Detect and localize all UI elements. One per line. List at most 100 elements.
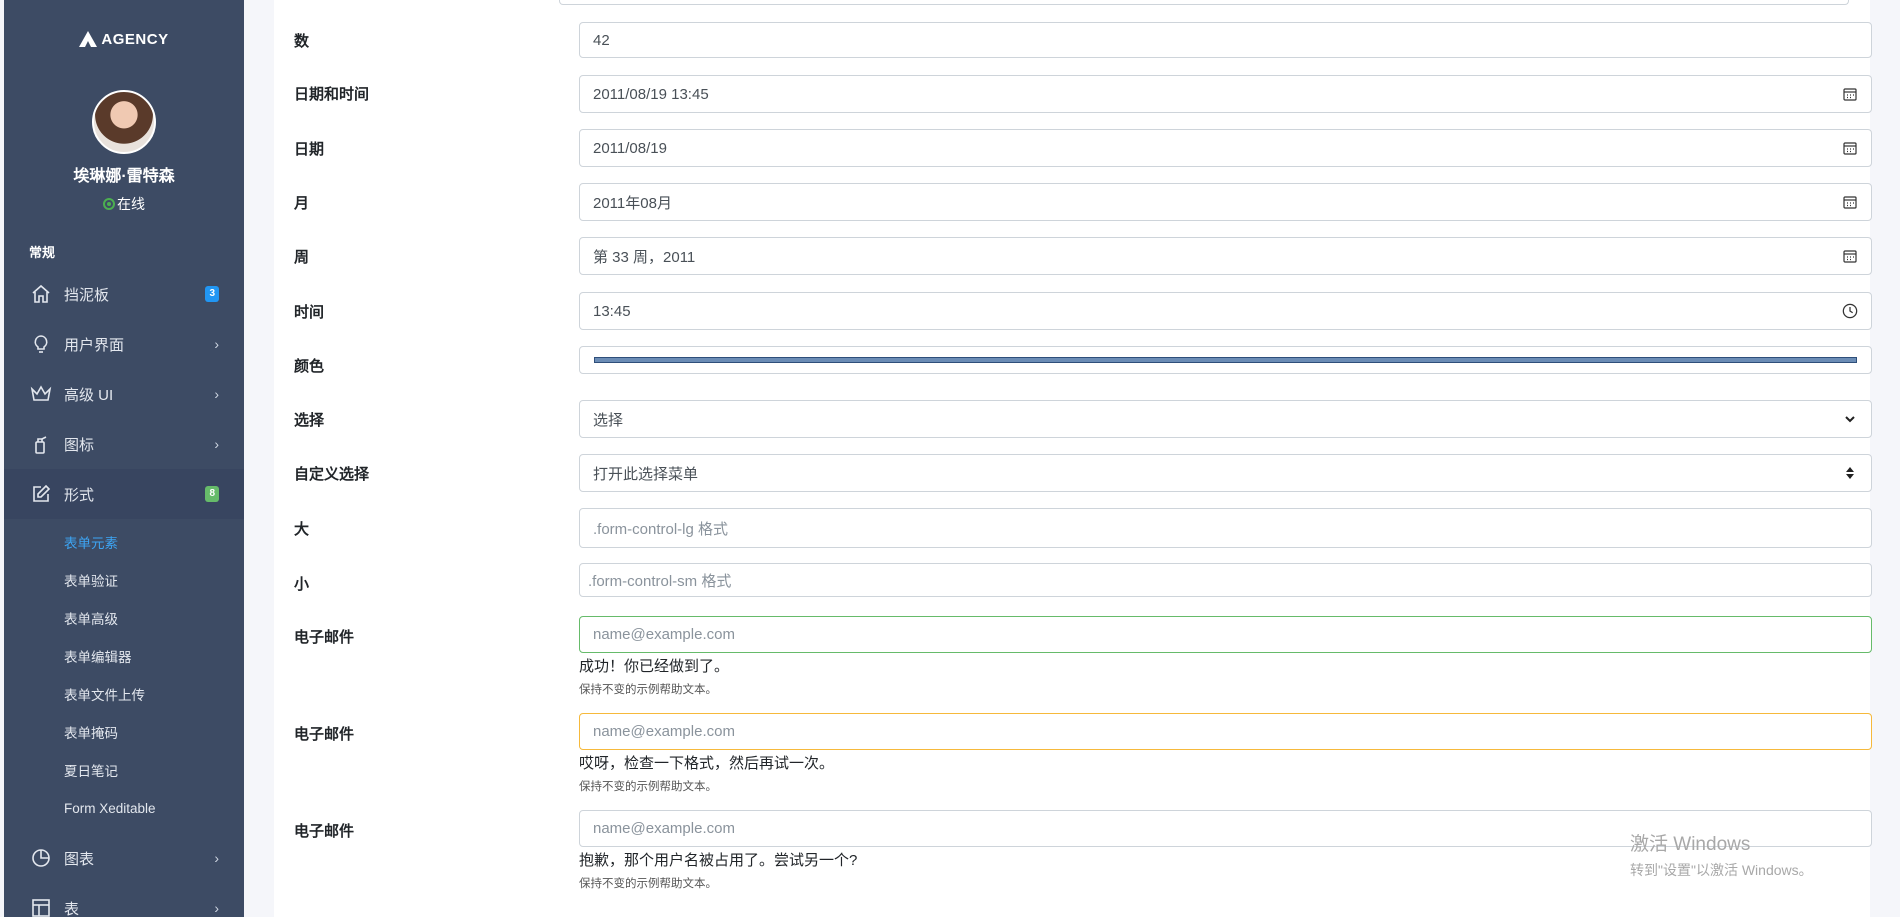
email-success-feedback: 成功！你已经做到了。 [579, 658, 730, 675]
date-value: 2011/08/19 [593, 139, 667, 157]
sort-caret-icon [1842, 465, 1858, 481]
email-warning-feedback: 哎呀，检查一下格式，然后再试一次。 [579, 755, 835, 772]
forms-submenu: 表单元素 表单验证 表单高级 表单编辑器 表单文件上传 表单掩码 夏日笔记 Fo… [4, 519, 244, 833]
large-label: 大 [294, 521, 310, 538]
sidebar-item-advanced-ui[interactable]: 高级 UI › [4, 369, 244, 419]
small-input[interactable]: .form-control-sm 格式 [579, 563, 1872, 597]
sidebar-item-label: 图表 [64, 850, 95, 868]
custom-select-value: 打开此选择菜单 [593, 465, 699, 483]
sub-item-form-xeditable[interactable]: Form Xeditable [4, 789, 244, 827]
color-swatch [594, 357, 1857, 363]
sub-item-form-editor[interactable]: 表单编辑器 [4, 637, 244, 675]
sub-item-form-mask[interactable]: 表单掩码 [4, 713, 244, 751]
agency-logo-icon [79, 31, 98, 47]
chevron-right-icon: › [214, 900, 219, 916]
color-label: 颜色 [294, 358, 325, 375]
email-success-help: 保持不变的示例帮助文本。 [579, 684, 717, 696]
sidebar-item-label: 挡泥板 [64, 286, 110, 304]
chevron-right-icon: › [214, 386, 219, 402]
avatar[interactable] [92, 90, 156, 154]
chevron-right-icon: › [214, 336, 219, 352]
datetime-value: 2011/08/19 13:45 [593, 85, 709, 103]
sub-item-form-validation[interactable]: 表单验证 [4, 561, 244, 599]
email-warning-label: 电子邮件 [294, 726, 355, 743]
time-label: 时间 [294, 304, 325, 321]
custom-select-dropdown[interactable]: 打开此选择菜单 [579, 454, 1872, 492]
status-text: 在线 [117, 196, 145, 212]
time-value: 13:45 [593, 302, 631, 320]
email-warning-placeholder: name@example.com [593, 723, 735, 740]
large-input[interactable]: .form-control-lg 格式 [579, 508, 1872, 548]
calendar-icon[interactable] [1842, 248, 1858, 264]
select-label: 选择 [294, 412, 325, 429]
number-value: 42 [593, 31, 610, 49]
watermark-subtitle: 转到"设置"以激活 Windows。 [1630, 862, 1813, 878]
small-placeholder: .form-control-sm 格式 [588, 572, 732, 590]
spray-icon [30, 433, 52, 455]
profile-name: 埃琳娜·雷特森 [73, 168, 175, 185]
watermark-title: 激活 Windows [1630, 834, 1751, 855]
email-error-feedback: 抱歉，那个用户名被占用了。尝试另一个? [579, 852, 858, 869]
calendar-icon[interactable] [1842, 194, 1858, 210]
chevron-right-icon: › [214, 436, 219, 452]
week-label: 周 [294, 249, 310, 266]
time-input[interactable]: 13:45 [579, 292, 1872, 330]
small-label: 小 [294, 576, 310, 593]
sidebar-item-label: 用户界面 [64, 336, 125, 354]
sidebar-item-ui[interactable]: 用户界面 › [4, 319, 244, 369]
previous-input-edge [559, 0, 1849, 5]
pie-chart-icon [30, 847, 52, 869]
sidebar-item-icons[interactable]: 图标 › [4, 419, 244, 469]
sidebar-item-label: 形式 [64, 486, 95, 504]
large-placeholder: .form-control-lg 格式 [593, 520, 729, 538]
week-value: 第 33 周，2011 [593, 248, 696, 266]
online-dot-icon [103, 198, 115, 210]
user-profile: 埃琳娜·雷特森 在线 [4, 90, 244, 214]
datetime-input[interactable]: 2011/08/19 13:45 [579, 75, 1872, 113]
sidebar-section-label: 常规 [29, 245, 56, 260]
email-warning-input[interactable]: name@example.com [579, 713, 1872, 750]
brand-name: AGENCY [101, 30, 169, 48]
sidebar-item-forms[interactable]: 形式 8 [4, 469, 244, 519]
dashboard-badge: 3 [205, 286, 219, 302]
email-error-label: 电子邮件 [294, 823, 355, 840]
select-dropdown[interactable]: 选择 [579, 400, 1872, 438]
month-input[interactable]: 2011年08月 [579, 183, 1872, 221]
month-label: 月 [294, 195, 310, 212]
windows-activation-watermark: 激活 Windows 转到"设置"以激活 Windows。 [1630, 829, 1813, 880]
datetime-label: 日期和时间 [294, 86, 370, 103]
sidebar-item-charts[interactable]: 图表 › [4, 833, 244, 883]
sub-item-summernote[interactable]: 夏日笔记 [4, 751, 244, 789]
date-label: 日期 [294, 141, 325, 158]
sub-item-form-advanced[interactable]: 表单高级 [4, 599, 244, 637]
email-success-placeholder: name@example.com [593, 626, 735, 643]
home-icon [30, 283, 52, 305]
calendar-icon[interactable] [1842, 140, 1858, 156]
main-content: 数 42 日期和时间 2011/08/19 13:45 日期 2011/08/1… [274, 0, 1872, 917]
number-label: 数 [294, 33, 310, 50]
sidebar-item-tables[interactable]: 表 › [4, 883, 244, 917]
email-success-input[interactable]: name@example.com [579, 616, 1872, 653]
edit-icon [30, 483, 52, 505]
week-input[interactable]: 第 33 周，2011 [579, 237, 1872, 275]
lightbulb-icon [30, 333, 52, 355]
number-input[interactable]: 42 [579, 22, 1872, 58]
clock-icon[interactable] [1842, 303, 1858, 319]
date-input[interactable]: 2011/08/19 [579, 129, 1872, 167]
chevron-right-icon: › [214, 850, 219, 866]
crown-icon [30, 383, 52, 405]
sub-item-form-upload[interactable]: 表单文件上传 [4, 675, 244, 713]
layout-icon [30, 897, 52, 917]
sub-item-form-elements[interactable]: 表单元素 [4, 523, 244, 561]
sidebar-item-label: 图标 [64, 436, 95, 454]
chevron-down-icon [1842, 411, 1858, 427]
email-success-label: 电子邮件 [294, 629, 355, 646]
forms-badge: 8 [205, 486, 219, 502]
sidebar-item-dashboard[interactable]: 挡泥板 3 [4, 269, 244, 319]
color-picker-input[interactable] [579, 346, 1872, 374]
sidebar-menu: 挡泥板 3 用户界面 › 高级 UI › 图标 › 形式 8 表单元素 表单验证… [4, 269, 244, 917]
brand-logo[interactable]: AGENCY [4, 0, 244, 78]
calendar-icon[interactable] [1842, 86, 1858, 102]
sidebar-item-label: 表 [64, 900, 80, 917]
status-indicator: 在线 [4, 194, 244, 214]
